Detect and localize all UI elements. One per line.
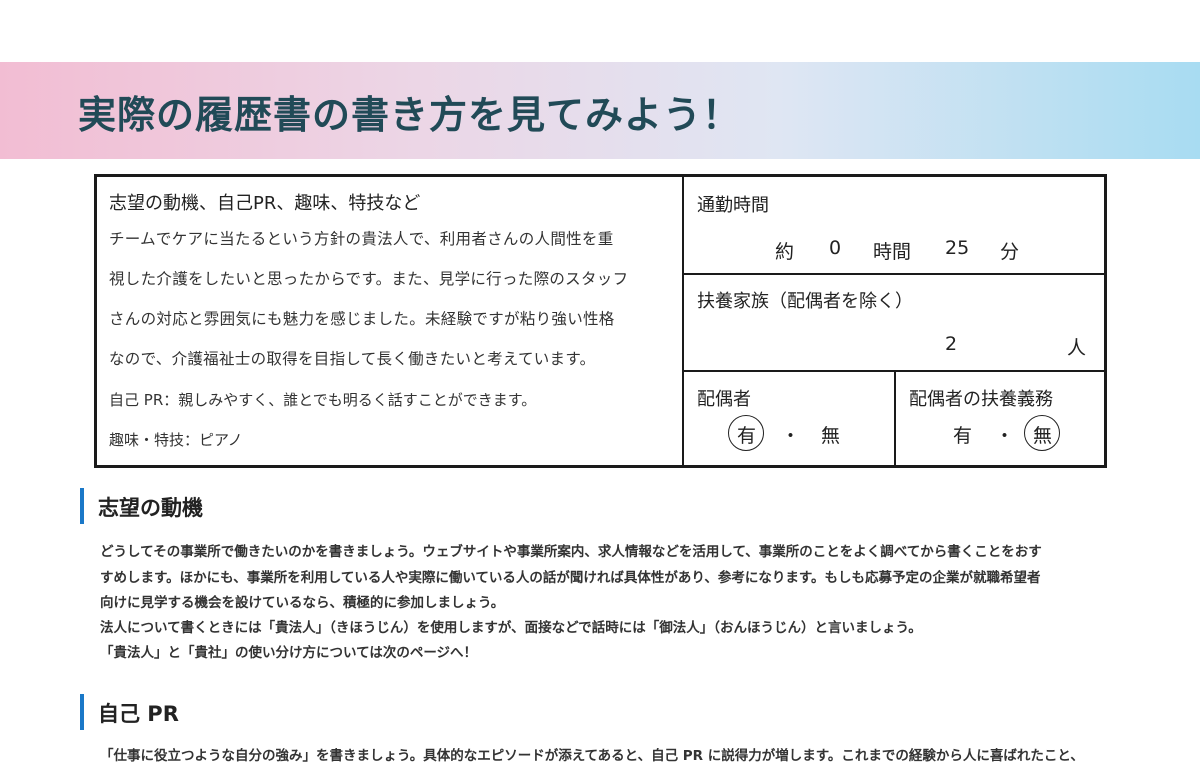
dependents-count: 2 (945, 333, 958, 355)
section-body-line: 向けに見学する機会を設けているなら、積極的に参加しましょう。 (100, 595, 505, 611)
motive-heading: 志望の動機、自己PR、趣味、特技など (109, 193, 421, 214)
spouse-support-yes: 有 (953, 425, 973, 447)
spouse-separator: ・ (781, 425, 801, 447)
section-body-line: 「貴法人」と「貴社」の使い分け方については次のページへ！ (100, 645, 478, 661)
section-body-line: すめします。ほかにも、事業所を利用している人や実際に働いている人の話が聞ければ具… (100, 570, 1041, 586)
motive-text-line: チームでケアに当たるという方針の貴法人で、利用者さんの人間性を重 (109, 230, 614, 248)
motive-text-line: なので、介護福祉士の取得を目指して長く働きたいと考えています。 (109, 350, 596, 368)
section-body-line: 法人について書くときには「貴法人」（きほうじん）を使用しますが、面接などで話時に… (100, 620, 922, 636)
spouse-support-separator: ・ (995, 425, 1015, 447)
section-title: 志望の動機 (98, 496, 203, 520)
section-body-line: どうしてその事業所で働きたいのかを書きましょう。ウェブサイトや事業所案内、求人情… (100, 544, 1042, 560)
motive-text-line: 視した介護をしたいと思ったからです。また、見学に行った際のスタッフ (109, 270, 629, 288)
commute-minutes-unit: 分 (1000, 241, 1020, 263)
section-accent-bar (80, 694, 84, 730)
section-body-line: 「仕事に役立つような自分の強み」を書きましょう。具体的なエピソードが添えてあると… (100, 748, 1084, 764)
form-divider (682, 177, 684, 465)
commute-hours-unit: 時間 (873, 241, 912, 263)
section-title: 自己 PR (98, 702, 179, 726)
spouse-label: 配偶者 (697, 389, 751, 410)
page-title: 実際の履歴書の書き方を見てみよう！ (78, 93, 742, 137)
dependents-label: 扶養家族（配偶者を除く） (697, 291, 913, 312)
commute-minutes: 25 (945, 237, 970, 259)
spouse-yes: 有 (737, 425, 757, 447)
form-divider (894, 371, 896, 465)
spouse-support-no: 無 (1033, 425, 1053, 447)
commute-prefix: 約 (775, 241, 795, 263)
self-pr-text: 自己 PR：親しみやすく、誰とでも明るく話すことができます。 (109, 391, 537, 409)
spouse-support-label: 配偶者の扶養義務 (909, 389, 1053, 410)
title-banner: 実際の履歴書の書き方を見てみよう！ (0, 62, 1200, 159)
motive-text-line: さんの対応と雰囲気にも魅力を感じました。未経験ですが粘り強い性格 (109, 310, 615, 328)
dependents-unit: 人 (1067, 337, 1087, 359)
commute-hours: 0 (829, 237, 842, 259)
spouse-no: 無 (821, 425, 841, 447)
form-divider (683, 273, 1104, 275)
resume-form-sample: 志望の動機、自己PR、趣味、特技など チームでケアに当たるという方針の貴法人で、… (94, 174, 1107, 468)
hobby-text: 趣味・特技：ピアノ (109, 431, 243, 449)
commute-label: 通勤時間 (697, 195, 769, 216)
section-accent-bar (80, 488, 84, 524)
